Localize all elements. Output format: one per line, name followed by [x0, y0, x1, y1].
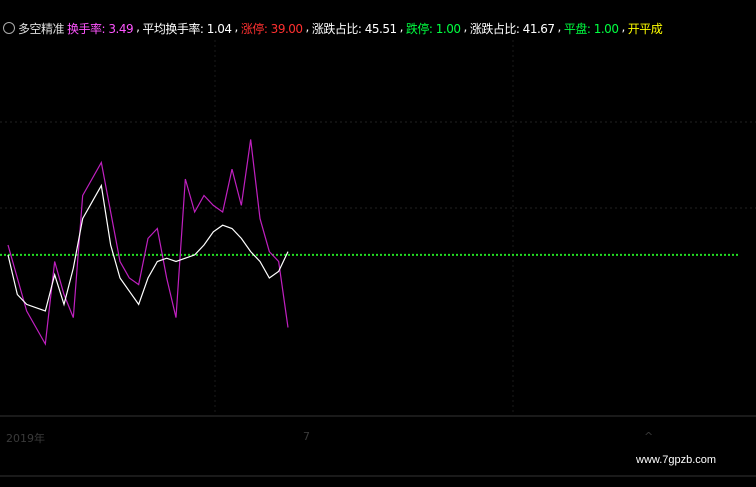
header-item-down: 跌停: 1.00 — [405, 21, 461, 36]
header-separator: , — [234, 19, 239, 34]
circle-icon — [3, 22, 15, 34]
x-label-caret: ^ — [644, 430, 654, 443]
x-label-month: 7 — [303, 430, 310, 443]
header-separator: , — [399, 19, 404, 34]
header-items: 换手率: 3.49, 平均换手率: 1.04, 涨停: 39.00, 涨跌占比: 45… — [67, 20, 665, 37]
watermark: www.7gpzb.com — [636, 454, 717, 466]
header-item-holding: 换手率: 3.49 — [67, 21, 134, 36]
header-separator: , — [621, 19, 625, 34]
header-separator: , — [136, 19, 140, 34]
header-separator: , — [463, 19, 468, 34]
chart-canvas — [0, 40, 756, 477]
header-separator: , — [557, 19, 562, 34]
header-item-ratio1: 涨跌占比: 45.51 — [311, 21, 397, 36]
header-separator: , — [305, 19, 310, 34]
series-layer — [0, 139, 740, 346]
indicator-name: 多空精准 — [18, 21, 65, 36]
header-item-flat: 平盘: 1.00 — [563, 21, 619, 36]
series-1-line-segment-0 — [7, 183, 289, 312]
indicator-header: 多空精准 换手率: 3.49, 平均换手率: 1.04, 涨停: 39.00, 涨跌占… — [0, 17, 668, 39]
header-item-avg: 平均换手率: 1.04 — [142, 21, 232, 36]
header-item-up: 涨停: 39.00 — [240, 21, 303, 36]
header-item-extra: 开平成 — [627, 21, 663, 36]
x-label-year: 2019年 — [6, 432, 45, 445]
series-0-line-segment-0 — [7, 139, 289, 346]
header-item-ratio2: 涨跌占比: 41.67 — [469, 21, 555, 36]
